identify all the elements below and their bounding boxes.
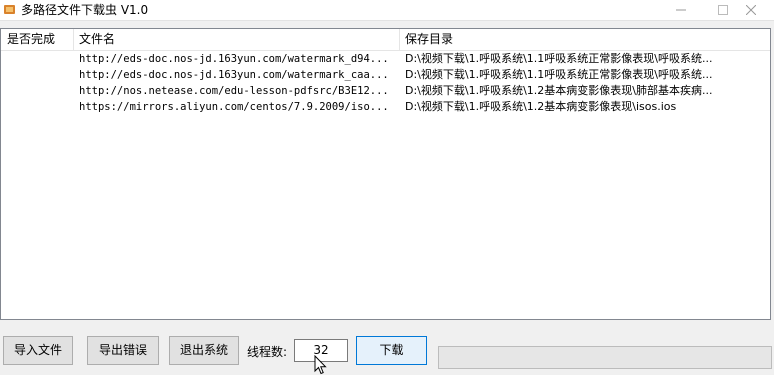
download-button[interactable]: 下载 bbox=[356, 336, 427, 365]
filename-cell: http://nos.netease.com/edu-lesson-pdfsrc… bbox=[79, 85, 389, 97]
mouse-cursor-icon bbox=[314, 355, 327, 375]
column-header-filename[interactable]: 文件名 bbox=[73, 29, 399, 50]
minimize-icon bbox=[676, 9, 686, 11]
maximize-icon bbox=[718, 5, 728, 15]
save-dir-cell: D:\视频下载\1.呼吸系统\1.2基本病变影像表现\isos.ios bbox=[405, 100, 677, 113]
close-icon bbox=[746, 5, 756, 15]
download-list[interactable]: 是否完成 文件名 保存目录 http://eds-doc.nos-jd.163y… bbox=[0, 28, 771, 320]
save-dir-cell: D:\视频下载\1.呼吸系统\1.2基本病变影像表现\肺部基本疾病... bbox=[405, 84, 713, 97]
save-dir-cell: D:\视频下载\1.呼吸系统\1.1呼吸系统正常影像表现\呼吸系统... bbox=[405, 68, 713, 81]
filename-cell: http://eds-doc.nos-jd.163yun.com/waterma… bbox=[79, 69, 389, 81]
table-row[interactable]: http://eds-doc.nos-jd.163yun.com/waterma… bbox=[1, 51, 770, 67]
minimize-button[interactable] bbox=[658, 0, 704, 20]
done-cell bbox=[1, 67, 73, 83]
list-header: 是否完成 文件名 保存目录 bbox=[1, 29, 770, 51]
exit-system-button[interactable]: 退出系统 bbox=[169, 336, 239, 365]
column-header-save-dir[interactable]: 保存目录 bbox=[399, 29, 770, 50]
download-progress-bar bbox=[438, 346, 772, 369]
export-errors-button[interactable]: 导出错误 bbox=[87, 336, 159, 365]
app-icon bbox=[4, 5, 15, 14]
done-cell bbox=[1, 83, 73, 99]
save-dir-cell: D:\视频下载\1.呼吸系统\1.1呼吸系统正常影像表现\呼吸系统... bbox=[405, 52, 713, 65]
list-rows: http://eds-doc.nos-jd.163yun.com/waterma… bbox=[1, 51, 770, 115]
table-row[interactable]: https://mirrors.aliyun.com/centos/7.9.20… bbox=[1, 99, 770, 115]
window-title: 多路径文件下载虫 V1.0 bbox=[21, 3, 149, 17]
table-row[interactable]: http://nos.netease.com/edu-lesson-pdfsrc… bbox=[1, 83, 770, 99]
import-file-button[interactable]: 导入文件 bbox=[3, 336, 73, 365]
threads-label: 线程数: bbox=[247, 345, 288, 359]
close-button[interactable] bbox=[728, 0, 774, 20]
table-row[interactable]: http://eds-doc.nos-jd.163yun.com/waterma… bbox=[1, 67, 770, 83]
title-bar: 多路径文件下载虫 V1.0 bbox=[0, 0, 774, 21]
column-header-done[interactable]: 是否完成 bbox=[1, 29, 73, 50]
done-cell bbox=[1, 99, 73, 115]
done-cell bbox=[1, 51, 73, 67]
filename-cell: https://mirrors.aliyun.com/centos/7.9.20… bbox=[79, 101, 389, 113]
filename-cell: http://eds-doc.nos-jd.163yun.com/waterma… bbox=[79, 53, 389, 65]
